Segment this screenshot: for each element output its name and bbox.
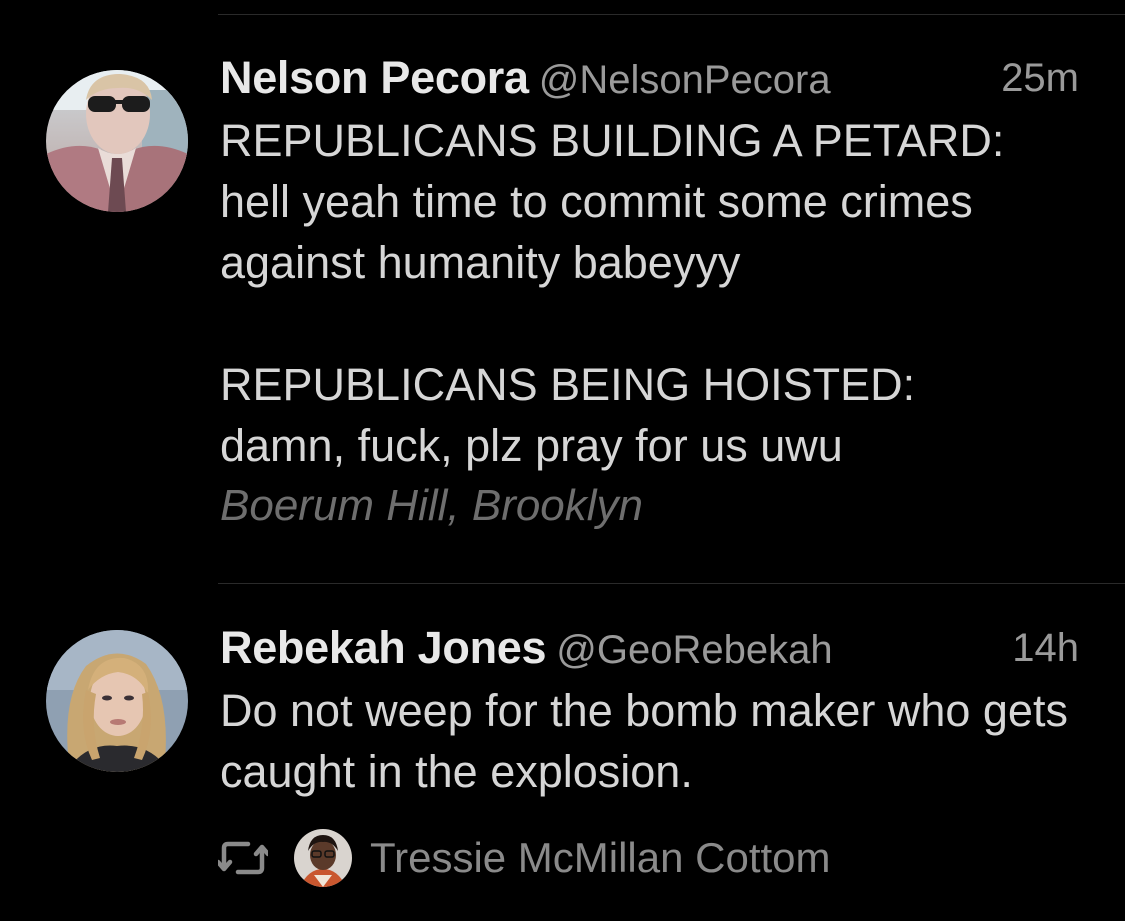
person-blonde-icon (46, 630, 188, 772)
tweet-content: Nelson Pecora @NelsonPecora 25m REPUBLICA… (220, 52, 1079, 536)
author-name[interactable]: Nelson Pecora (220, 52, 529, 103)
avatar[interactable] (46, 630, 188, 772)
tweet-text: REPUBLICANS BUILDING A PETARD: hell yeah… (220, 115, 1005, 471)
author-name[interactable]: Rebekah Jones (220, 622, 547, 673)
tweet-header: Nelson Pecora @NelsonPecora 25m (220, 52, 1079, 108)
tweet-timestamp: 25m (1001, 56, 1079, 100)
retweet-icon (215, 838, 271, 878)
tweet-text: Do not weep for the bomb maker who gets … (220, 685, 1068, 797)
timeline-divider (218, 14, 1125, 15)
retweeted-by-name[interactable]: Tressie McMillan Cottom (370, 834, 831, 882)
person-with-glasses-icon (294, 829, 352, 887)
retweeter-avatar[interactable] (294, 829, 352, 887)
timeline-divider (218, 583, 1125, 584)
person-with-sunglasses-icon (46, 70, 188, 212)
tweet-content: Rebekah Jones @GeoRebekah 14h Do not weep… (220, 622, 1079, 802)
tweet-location[interactable]: Boerum Hill, Brooklyn (220, 476, 1079, 536)
tweet-timestamp: 14h (1012, 626, 1079, 670)
author-handle[interactable]: @GeoRebekah (556, 628, 832, 672)
tweet-header: Rebekah Jones @GeoRebekah 14h (220, 622, 1079, 678)
author-handle[interactable]: @NelsonPecora (539, 58, 831, 102)
avatar[interactable] (46, 70, 188, 212)
retweet-context[interactable]: Tressie McMillan Cottom (215, 828, 831, 888)
